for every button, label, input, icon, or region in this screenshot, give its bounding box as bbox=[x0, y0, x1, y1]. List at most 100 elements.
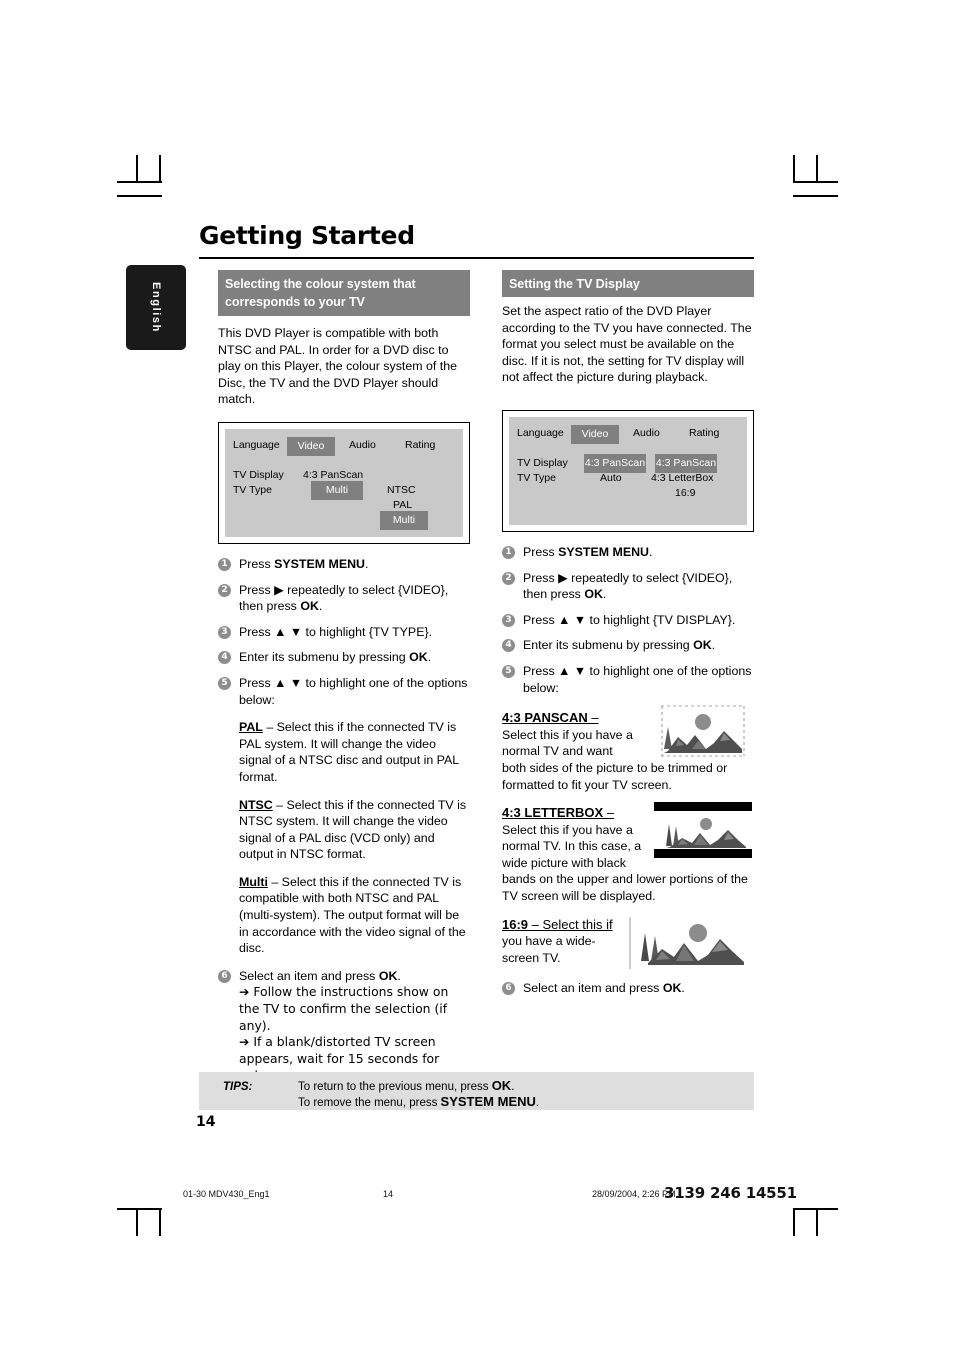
step-text-bold: OK bbox=[693, 638, 712, 653]
display-option-letterbox: 4:3 LETTERBOX – Select this if you have … bbox=[502, 802, 754, 905]
display-option-title-text: 4:3 LETTERBOX bbox=[502, 805, 604, 821]
title-divider bbox=[199, 257, 754, 259]
step-number: 2 bbox=[502, 571, 515, 585]
language-tab: English bbox=[126, 265, 186, 350]
tips-line-2-bold: SYSTEM MENU bbox=[440, 1093, 536, 1109]
osd-tab-language: Language bbox=[517, 426, 564, 439]
step-text-after: . bbox=[681, 981, 685, 996]
display-option-title: 16:9 – Select this if bbox=[502, 917, 632, 934]
step-text-bold: SYSTEM MENU bbox=[274, 556, 365, 571]
crop-mark-top-right-v2 bbox=[793, 155, 795, 183]
page-title: Getting Started bbox=[199, 221, 415, 250]
step-text-after: . bbox=[365, 556, 369, 571]
option-description: – Select this if the connected TV is NTS… bbox=[239, 797, 467, 862]
crop-mark-bottom-left-v2 bbox=[159, 1208, 161, 1236]
step-number: 6 bbox=[218, 969, 231, 983]
step-text-after: . bbox=[649, 544, 653, 559]
tips-line-2-before: To remove the menu, press bbox=[298, 1096, 441, 1109]
display-option-dash: – bbox=[603, 805, 614, 821]
step-number: 2 bbox=[218, 583, 231, 597]
step-number: 4 bbox=[502, 639, 515, 653]
step-text-before: Press ▲ ▼ to highlight one of the option… bbox=[239, 675, 468, 707]
crop-mark-bottom-right-v bbox=[816, 1208, 818, 1236]
option-description: – Select this if the connected TV is PAL… bbox=[239, 720, 459, 784]
display-option-lead: Select this if you have a normal TV and … bbox=[502, 727, 633, 759]
osd-tab-audio: Audio bbox=[633, 426, 660, 439]
left-column: Selecting the colour system that corresp… bbox=[218, 270, 470, 1084]
crop-mark-top-right-h2 bbox=[793, 195, 838, 197]
right-osd-screen: Language Video Audio Rating TV Display 4… bbox=[509, 416, 747, 525]
osd-row-label-tv-type: TV Type bbox=[233, 483, 272, 496]
option-multi: Multi – Select this if the connected TV … bbox=[218, 874, 470, 957]
widescreen-illustration bbox=[628, 914, 752, 971]
right-intro-paragraph: Set the aspect ratio of the DVD Player a… bbox=[502, 304, 752, 385]
tips-content: To return to the previous menu, press OK… bbox=[298, 1078, 540, 1111]
panscan-illustration bbox=[654, 705, 752, 758]
display-option-dash: – bbox=[587, 710, 599, 726]
display-option-title-text: 4:3 PANSCAN bbox=[502, 710, 588, 726]
tips-bar: TIPS: To return to the previous menu, pr… bbox=[199, 1072, 754, 1110]
step-item-final: 6 Select an item and press OK. ➔ Follow … bbox=[218, 968, 470, 1084]
step-item: 5 Press ▲ ▼ to highlight one of the opti… bbox=[218, 675, 470, 708]
step-item: 2 Press ▶ repeatedly to select {VIDEO}, … bbox=[502, 570, 754, 603]
step-text-bold: OK bbox=[662, 981, 682, 996]
step-number: 5 bbox=[502, 664, 515, 678]
osd-row-label-tv-type: TV Type bbox=[517, 471, 556, 484]
step-number: 6 bbox=[502, 982, 515, 996]
step-text-before: Press ▲ ▼ to highlight {TV TYPE}. bbox=[239, 624, 433, 639]
step-text-before: Press ▲ ▼ to highlight one of the option… bbox=[523, 663, 752, 695]
page-number: 14 bbox=[196, 1114, 216, 1130]
left-osd-screen: Language Video Audio Rating TV Display 4… bbox=[225, 428, 463, 537]
step-number: 1 bbox=[218, 557, 231, 571]
step-text-before: Enter its submenu by pressing bbox=[239, 650, 410, 665]
step-text-before: Press bbox=[523, 544, 559, 559]
display-option-rest: bands on the upper and lower portions of… bbox=[502, 872, 748, 904]
step-text-bold: OK bbox=[409, 650, 428, 665]
step-number: 4 bbox=[218, 651, 231, 665]
tips-line-2-after: . bbox=[535, 1096, 540, 1109]
step-text-bold: OK bbox=[378, 968, 398, 983]
left-steps-list: 1 Press SYSTEM MENU. 2 Press ▶ repeatedl… bbox=[218, 556, 470, 1084]
footer-page-number: 14 bbox=[383, 1189, 394, 1199]
tips-line-2: To remove the menu, press SYSTEM MENU. bbox=[298, 1093, 540, 1111]
right-column: Setting the TV Display Set the aspect ra… bbox=[502, 270, 754, 997]
osd-tab-video: Video bbox=[571, 424, 619, 444]
step-item: 2 Press ▶ repeatedly to select {VIDEO}, … bbox=[218, 582, 470, 615]
tips-line-1-before: To return to the previous menu, press bbox=[298, 1081, 492, 1093]
step-item-final: 6 Select an item and press OK. bbox=[502, 980, 754, 997]
step-item: 3 Press ▲ ▼ to highlight {TV TYPE}. bbox=[218, 624, 470, 641]
letterbox-illustration bbox=[654, 802, 752, 859]
display-option-widescreen: 16:9 – Select this if you have a wide-sc… bbox=[502, 914, 754, 971]
footer-document-code: 3139 246 14551 bbox=[664, 1184, 797, 1202]
crop-mark-top-left-v2 bbox=[159, 155, 161, 183]
osd-submenu-16-9: 16:9 bbox=[675, 486, 696, 499]
step-text-after: . bbox=[318, 599, 323, 614]
step-text-before: Press ▶ repeatedly to select {VIDEO}, th… bbox=[523, 570, 733, 602]
step-text-after: . bbox=[427, 650, 432, 665]
step-item: 1 Press SYSTEM MENU. bbox=[218, 556, 470, 573]
step-item: 5 Press ▲ ▼ to highlight one of the opti… bbox=[502, 663, 754, 696]
left-osd-figure: Language Video Audio Rating TV Display 4… bbox=[218, 421, 470, 544]
step-number: 1 bbox=[502, 545, 515, 559]
option-description: – Select this if the connected TV is com… bbox=[239, 874, 466, 956]
step-number: 3 bbox=[502, 613, 515, 627]
display-option-title-text: 16:9 bbox=[502, 916, 529, 932]
crop-mark-top-left-h bbox=[117, 181, 162, 183]
step-text-after: . bbox=[711, 638, 716, 653]
step-item: 3 Press ▲ ▼ to highlight {TV DISPLAY}. bbox=[502, 612, 754, 629]
osd-tab-rating: Rating bbox=[405, 438, 436, 451]
step-text-before: Select an item and press bbox=[239, 968, 379, 983]
option-pal: PAL – Select this if the connected TV is… bbox=[218, 719, 470, 785]
crop-mark-top-left-h2 bbox=[117, 195, 162, 197]
left-section-heading: Selecting the colour system that corresp… bbox=[218, 270, 470, 316]
step-text-before: Select an item and press bbox=[523, 981, 663, 996]
option-term: NTSC bbox=[239, 797, 273, 812]
osd-tab-video: Video bbox=[287, 436, 335, 456]
step-item: 1 Press SYSTEM MENU. bbox=[502, 544, 754, 561]
osd-submenu-multi: Multi bbox=[380, 510, 428, 530]
osd-tab-audio: Audio bbox=[349, 438, 376, 451]
right-osd-figure: Language Video Audio Rating TV Display 4… bbox=[502, 409, 754, 532]
step-text-bold: OK bbox=[584, 587, 603, 602]
tips-line-1-after: . bbox=[511, 1081, 515, 1093]
left-intro-paragraph: This DVD Player is compatible with both … bbox=[218, 326, 457, 407]
